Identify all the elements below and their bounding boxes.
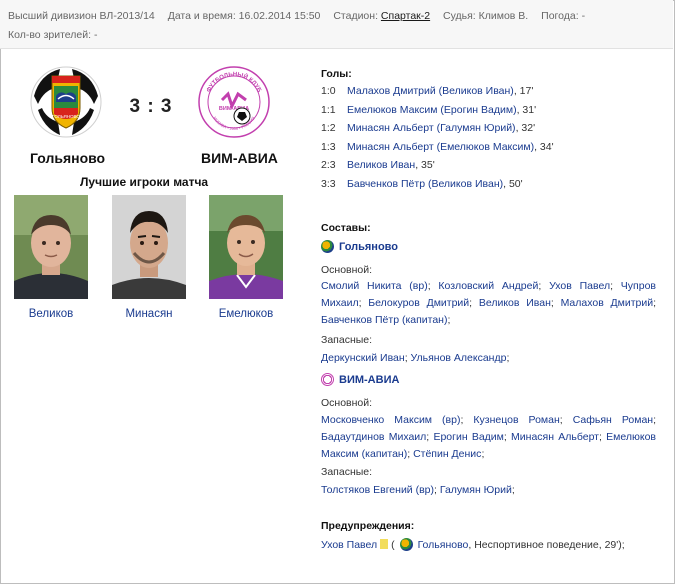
goal-row: 1:3 Минасян Альберт (Емелюков Максим), 34… xyxy=(321,141,554,153)
lineup-player-link[interactable]: Малахов Дмитрий xyxy=(561,297,654,309)
spectators-value: - xyxy=(93,29,98,41)
lineup-player-link[interactable]: Кузнецов Роман xyxy=(473,414,559,426)
match-info-bar: Высший дивизион ВЛ-2013/14 Дата и время:… xyxy=(0,0,673,49)
home-lineup-team-name: Гольяново xyxy=(339,241,399,253)
warning-player-link[interactable]: Ухов Павел xyxy=(321,539,377,551)
goal-scorer-link[interactable]: Малахов Дмитрий (Великов Иван) xyxy=(347,85,514,97)
home-team-name[interactable]: Гольяново xyxy=(30,150,105,166)
lineup-player-link[interactable]: Деркунский Иван xyxy=(321,352,405,364)
goal-minute: , 35' xyxy=(415,159,435,172)
lineup-player-link[interactable]: Бавченков Пётр (капитан) xyxy=(321,314,447,326)
home-subs-label: Запасные: xyxy=(321,334,373,346)
lineup-player-link[interactable]: Ульянов Александр xyxy=(411,352,507,364)
match-score: 3 : 3 xyxy=(129,96,173,117)
goal-minute: , 31' xyxy=(516,103,537,116)
home-main-list: Смолий Никита (вр); Козловский Андрей; У… xyxy=(321,280,657,326)
yellow-card-icon xyxy=(380,539,389,549)
goal-scorer-link[interactable]: Великов Иван xyxy=(347,159,415,171)
home-subs-list: Деркунский Иван; Ульянов Александр; xyxy=(321,352,510,364)
lineup-player-link[interactable]: Козловский Андрей xyxy=(438,280,538,292)
goal-minute: , 32' xyxy=(515,122,536,135)
goal-row: 1:2 Минасян Альберт (Галумян Юрий), 32' xyxy=(321,122,535,134)
goal-row: 3:3 Бавченков Пётр (Великов Иван), 50' xyxy=(321,178,523,190)
lineups-title: Составы: xyxy=(321,222,371,234)
away-team-logo[interactable]: ФУТБОЛЬНЫЙ КЛУБ МОСКВА • 2006 • РОССИЯ В… xyxy=(198,66,270,138)
best-player-photo-2[interactable] xyxy=(112,195,186,299)
goal-scorer-link[interactable]: Минасян Альберт (Емелюков Максим) xyxy=(347,141,534,153)
golyanovo-mini-icon xyxy=(399,538,413,551)
home-crest-text: ГОЛЬЯНОВО xyxy=(52,114,80,119)
best-player-photo-1[interactable] xyxy=(14,195,88,299)
player-portrait-icon xyxy=(209,195,283,299)
lineup-player-link[interactable]: Белокуров Дмитрий xyxy=(368,297,469,309)
lineup-player-link[interactable]: Сафьян Роман xyxy=(573,414,653,426)
lineup-player-link[interactable]: Минасян Альберт xyxy=(511,431,599,443)
away-team-name[interactable]: ВИМ-АВИА xyxy=(201,150,278,166)
lineup-player-link[interactable]: Великов Иван xyxy=(479,297,551,309)
goal-score: 3:3 xyxy=(321,178,336,190)
goal-row: 1:0 Малахов Дмитрий (Великов Иван), 17' xyxy=(321,85,533,97)
lineup-player-link[interactable]: Бадаутдинов Михаил xyxy=(321,431,426,443)
away-main-list: Московченко Максим (вр); Кузнецов Роман;… xyxy=(321,414,657,460)
goal-score: 2:3 xyxy=(321,159,336,172)
best-player-link-3[interactable]: Емелюков xyxy=(201,308,291,320)
away-main-label: Основной: xyxy=(321,397,373,409)
division-label: Высший дивизион ВЛ-2013/14 xyxy=(8,10,155,22)
goal-minute: , 17' xyxy=(513,85,534,97)
goal-scorer-link[interactable]: Минасян Альберт (Галумян Юрий) xyxy=(347,122,516,134)
best-player-link-2[interactable]: Минасян xyxy=(104,308,194,320)
goal-minute: , 50' xyxy=(503,178,523,190)
weather-value: - xyxy=(581,10,586,22)
player-portrait-icon xyxy=(14,195,88,299)
goal-row: 1:1 Емелюков Максим (Ерогин Вадим), 31' xyxy=(321,104,536,116)
goal-scorer-link[interactable]: Емелюков Максим (Ерогин Вадим) xyxy=(347,104,517,116)
spectators-label: Кол-во зрителей: xyxy=(8,29,92,41)
best-player-photo-3[interactable] xyxy=(209,195,283,299)
player-portrait-icon xyxy=(112,195,186,299)
goal-score: 1:3 xyxy=(321,140,336,153)
away-subs-label: Запасные: xyxy=(321,466,373,478)
referee-label: Судья: xyxy=(443,10,476,22)
referee-value: Климов В. xyxy=(478,10,529,22)
stadium-link[interactable]: Спартак-2 xyxy=(381,10,430,22)
goal-score: 1:2 xyxy=(321,122,336,135)
lineup-player-link[interactable]: Московченко Максим (вр) xyxy=(321,414,460,426)
stadium-label: Стадион: xyxy=(333,10,378,22)
goals-title: Голы: xyxy=(321,68,352,80)
weather-label: Погода: xyxy=(541,10,579,22)
vim-avia-mini-icon xyxy=(321,373,334,386)
away-lineup-team-name: ВИМ-АВИА xyxy=(339,374,400,386)
goal-scorer-link[interactable]: Бавченков Пётр (Великов Иван) xyxy=(347,178,503,190)
home-team-logo[interactable]: ГОЛЬЯНОВО xyxy=(30,66,102,138)
home-lineup-team[interactable]: Гольяново xyxy=(321,240,398,253)
away-subs-list: Толстяков Евгений (вр); Галумян Юрий; xyxy=(321,484,515,496)
lineup-player-link[interactable]: Толстяков Евгений (вр) xyxy=(321,484,434,496)
warning-row: Ухов Павел ( Гольяново, Неспортивное пове… xyxy=(321,538,625,551)
home-main-label: Основной: xyxy=(321,264,373,276)
match-info-line-2: Кол-во зрителей: - xyxy=(8,29,97,41)
best-player-link-1[interactable]: Великов xyxy=(6,308,96,320)
warning-reason: , Неспортивное поведение, 29'); xyxy=(468,539,625,551)
golyanovo-crest-icon: ГОЛЬЯНОВО xyxy=(30,66,102,138)
lineup-player-link[interactable]: Ухов Павел xyxy=(549,280,610,292)
goal-score: 1:0 xyxy=(321,85,336,97)
warnings-title: Предупреждения: xyxy=(321,520,415,532)
warning-open-paren: ( xyxy=(391,539,395,551)
datetime-label: Дата и время: xyxy=(167,10,236,22)
goal-score: 1:1 xyxy=(321,103,336,116)
lineup-player-link[interactable]: Галумян Юрий xyxy=(440,484,512,496)
datetime-value: 16.02.2014 15:50 xyxy=(238,10,321,22)
lineup-player-link[interactable]: Смолий Никита (вр) xyxy=(321,280,428,292)
match-info-line-1: Высший дивизион ВЛ-2013/14 Дата и время:… xyxy=(8,10,585,22)
goal-minute: , 34' xyxy=(534,140,554,153)
away-lineup-team[interactable]: ВИМ-АВИА xyxy=(321,373,399,386)
lineup-player-link[interactable]: Стёпин Денис xyxy=(413,448,481,460)
goal-row: 2:3 Великов Иван, 35' xyxy=(321,159,435,171)
best-players-title: Лучшие игроки матча xyxy=(80,175,209,189)
lineup-player-link[interactable]: Ерогин Вадим xyxy=(433,431,503,443)
warning-team-link[interactable]: Гольяново xyxy=(418,539,469,551)
golyanovo-mini-icon xyxy=(321,240,334,253)
vim-avia-crest-icon: ФУТБОЛЬНЫЙ КЛУБ МОСКВА • 2006 • РОССИЯ В… xyxy=(198,66,270,138)
